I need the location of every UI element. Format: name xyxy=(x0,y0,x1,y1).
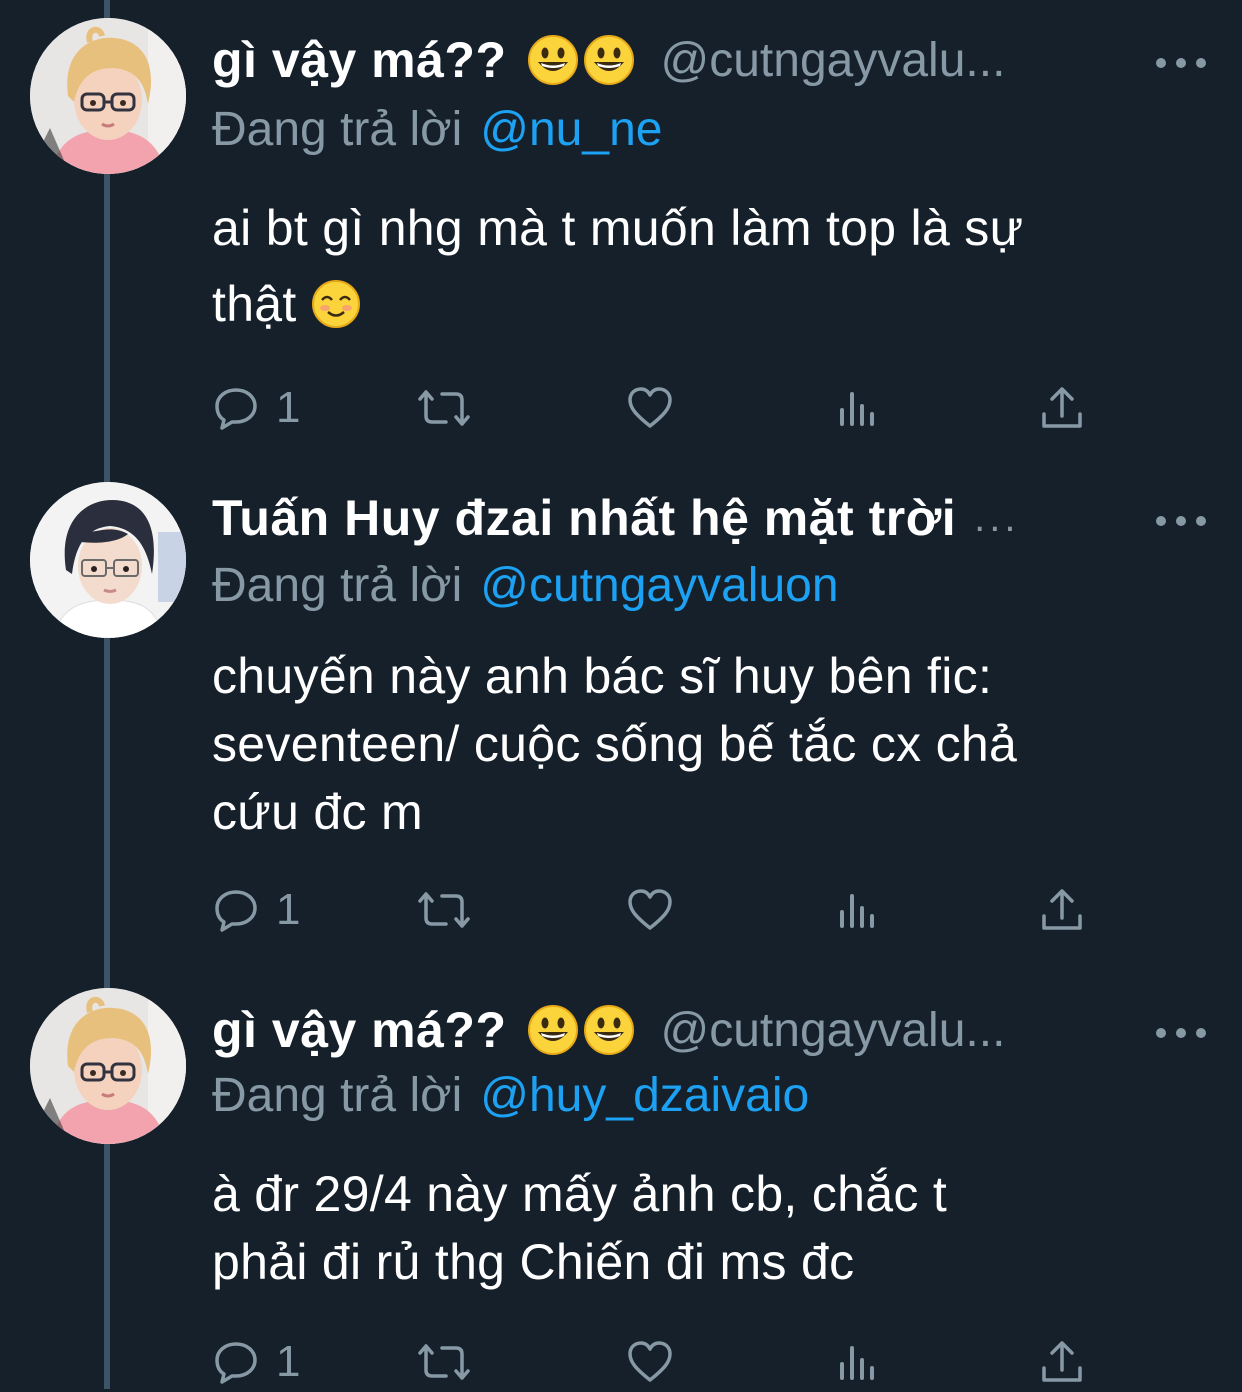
reply-button[interactable]: 1 xyxy=(212,378,300,438)
reply-icon xyxy=(215,388,257,430)
tweet-text-line: ai bt gì nhg mà t muốn làm top là sự xyxy=(212,200,1024,256)
like-button[interactable] xyxy=(626,880,674,940)
share-button[interactable] xyxy=(1038,1332,1086,1392)
truncated-handle[interactable]: ... xyxy=(974,496,1019,541)
reply-to-link[interactable]: @nu_ne xyxy=(480,103,662,156)
more-icon-dot xyxy=(1176,1028,1186,1038)
avatar[interactable] xyxy=(30,18,186,174)
heart-icon xyxy=(628,1341,672,1382)
tweet-actions: 1 xyxy=(212,378,1092,438)
analytics-button[interactable] xyxy=(834,880,882,940)
analytics-icon xyxy=(840,392,874,426)
reply-count: 1 xyxy=(276,885,301,934)
tweet-text-line-with-emoji: thật xyxy=(212,270,1202,338)
tweet-text: chuyến này anh bác sĩ huy bên fic: seven… xyxy=(212,642,1202,846)
more-icon-dot xyxy=(1176,58,1186,68)
more-icon-dot xyxy=(1196,1028,1206,1038)
heart-icon xyxy=(628,889,672,930)
grinning-face-emoji xyxy=(583,1005,634,1055)
like-button[interactable] xyxy=(626,1332,674,1392)
analytics-icon xyxy=(840,1346,874,1380)
reply-button[interactable]: 1 xyxy=(212,880,300,940)
reply-icon xyxy=(215,890,257,932)
analytics-icon xyxy=(840,894,874,928)
tweet-header: gì vậy má?? @cutngayvalu... xyxy=(212,988,1202,1072)
avatar[interactable] xyxy=(30,482,186,638)
more-icon-dot xyxy=(1196,58,1206,68)
thread-connector-line xyxy=(104,0,110,1389)
tweet-header: Tuấn Huy đzai nhất hệ mặt trời ... xyxy=(212,476,1202,560)
grinning-face-emoji xyxy=(527,35,578,85)
tweet-text-line: phải đi rủ thg Chiến đi ms đc xyxy=(212,1234,855,1290)
avatar[interactable] xyxy=(30,988,186,1144)
reply-to-link[interactable]: @huy_dzaivaio xyxy=(480,1069,809,1122)
share-icon xyxy=(1042,387,1082,428)
name-emojis xyxy=(527,1004,639,1056)
dark-hair-boy-glasses-avatar xyxy=(30,482,186,638)
reply-context: Đang trả lời @nu_ne xyxy=(212,102,662,157)
reply-prefix: Đang trả lời xyxy=(212,103,463,156)
tweet-text-line: cứu đc m xyxy=(212,784,423,840)
grinning-face-emoji xyxy=(527,1005,578,1055)
reply-prefix: Đang trả lời xyxy=(212,1069,463,1122)
heart-icon xyxy=(628,387,672,428)
share-icon xyxy=(1042,889,1082,930)
retweet-icon xyxy=(418,892,470,928)
display-name[interactable]: Tuấn Huy đzai nhất hệ mặt trời xyxy=(212,489,956,547)
smiling-face-emoji xyxy=(311,280,360,328)
more-icon-dot xyxy=(1176,516,1186,526)
more-icon xyxy=(1156,1028,1166,1038)
more-icon xyxy=(1156,516,1166,526)
reply-context: Đang trả lời @huy_dzaivaio xyxy=(212,1068,809,1123)
display-name[interactable]: gì vậy má?? xyxy=(212,1001,507,1059)
more-icon xyxy=(1156,58,1166,68)
analytics-button[interactable] xyxy=(834,1332,882,1392)
user-handle[interactable]: @cutngayvalu... xyxy=(661,33,1203,88)
share-icon xyxy=(1042,1341,1082,1382)
share-button[interactable] xyxy=(1038,880,1086,940)
reply-to-link[interactable]: @cutngayvaluon xyxy=(480,559,838,612)
grinning-face-emoji xyxy=(583,35,634,85)
tweet-actions: 1 xyxy=(212,880,1092,940)
more-icon-dot xyxy=(1196,516,1206,526)
reply-context: Đang trả lời @cutngayvaluon xyxy=(212,558,839,613)
display-name[interactable]: gì vậy má?? xyxy=(212,31,507,89)
tweet-text-line: à đr 29/4 này mấy ảnh cb, chắc t xyxy=(212,1166,948,1222)
blonde-boy-glasses-avatar xyxy=(30,18,186,174)
reply-prefix: Đang trả lời xyxy=(212,559,463,612)
blonde-boy-glasses-avatar xyxy=(30,988,186,1144)
reply-count: 1 xyxy=(276,383,301,432)
share-button[interactable] xyxy=(1038,378,1086,438)
analytics-button[interactable] xyxy=(834,378,882,438)
like-button[interactable] xyxy=(626,378,674,438)
name-emojis xyxy=(527,34,639,86)
retweet-icon xyxy=(418,1344,470,1380)
retweet-button[interactable] xyxy=(416,1332,472,1392)
tweet-actions: 1 xyxy=(212,1332,1092,1392)
tweet-text-line: seventeen/ cuộc sống bế tắc cx chả xyxy=(212,716,1018,772)
reply-icon xyxy=(215,1342,257,1384)
retweet-button[interactable] xyxy=(416,880,472,940)
more-options-button[interactable] xyxy=(1156,1026,1206,1040)
retweet-icon xyxy=(418,390,470,426)
tweet-text: ai bt gì nhg mà t muốn làm top là sự thậ… xyxy=(212,194,1202,338)
tweet-text-line: thật xyxy=(212,276,297,332)
more-options-button[interactable] xyxy=(1156,514,1206,528)
user-handle[interactable]: @cutngayvalu... xyxy=(661,1003,1203,1058)
reply-button[interactable]: 1 xyxy=(212,1332,300,1392)
more-options-button[interactable] xyxy=(1156,56,1206,70)
tweet-text-line: chuyến này anh bác sĩ huy bên fic: xyxy=(212,648,993,704)
tweet-header: gì vậy má?? @cutngayvalu... xyxy=(212,18,1202,102)
retweet-button[interactable] xyxy=(416,378,472,438)
reply-count: 1 xyxy=(276,1337,301,1386)
tweet-text: à đr 29/4 này mấy ảnh cb, chắc t phải đi… xyxy=(212,1160,1202,1296)
